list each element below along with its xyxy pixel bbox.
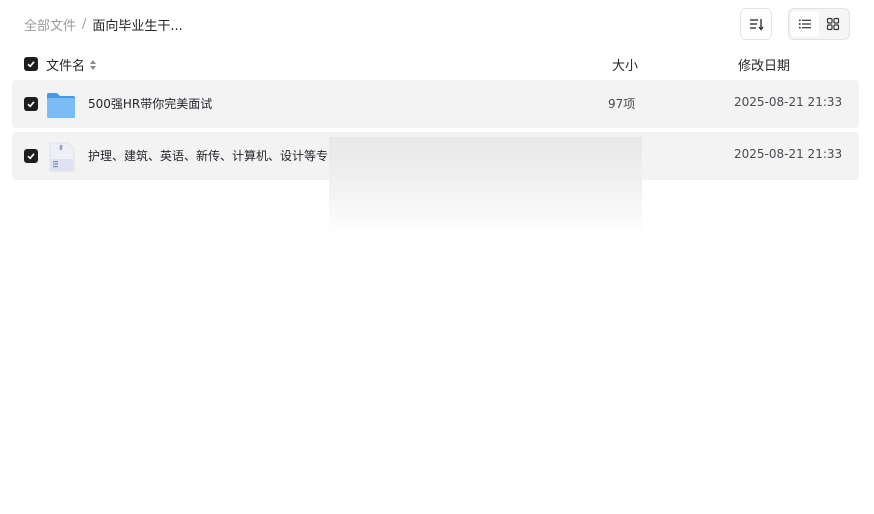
checkmark-icon: [27, 153, 35, 160]
column-header: 文件名 大小 修改日期: [0, 52, 874, 76]
grid-view-button[interactable]: [819, 11, 847, 37]
zip-file-icon: [49, 142, 75, 172]
column-date-header: 修改日期: [738, 59, 791, 74]
grid-view-icon: [826, 17, 840, 31]
sort-toggle-icon[interactable]: [89, 59, 97, 71]
column-name-label: 文件名: [46, 59, 86, 74]
view-toggle: [788, 8, 850, 40]
list-view-button[interactable]: [791, 11, 819, 37]
sort-list-icon: [750, 19, 764, 31]
file-row[interactable]: 500强HR带你完美面试 97项 2025-08-21 21:33: [12, 80, 859, 128]
row-checkbox[interactable]: [24, 149, 38, 163]
sort-button[interactable]: [740, 8, 772, 40]
file-date: 2025-08-21 21:33: [734, 95, 843, 109]
file-browser: 全部文件 / 面向毕业生干... 文件名 大小 修改日期 500强HR带你完美面…: [0, 0, 874, 514]
select-all-checkbox[interactable]: [24, 57, 38, 71]
hover-tooltip: [329, 137, 642, 237]
row-checkbox[interactable]: [24, 97, 38, 111]
checkmark-icon: [27, 101, 35, 108]
breadcrumb-separator: /: [82, 16, 87, 32]
checkmark-icon: [27, 61, 35, 68]
folder-icon: [47, 93, 75, 118]
breadcrumb-root-link[interactable]: 全部文件: [24, 15, 76, 34]
file-name[interactable]: 500强HR带你完美面试: [88, 95, 212, 112]
column-name-header[interactable]: 文件名: [46, 55, 97, 74]
breadcrumb: 全部文件 / 面向毕业生干...: [24, 14, 183, 34]
breadcrumb-current: 面向毕业生干...: [92, 18, 183, 34]
file-date: 2025-08-21 21:33: [734, 147, 843, 161]
file-name[interactable]: 护理、建筑、英语、新传、计算机、设计等专: [88, 147, 328, 164]
list-view-icon: [799, 19, 811, 29]
file-size: 97项: [608, 97, 636, 111]
column-size-header: 大小: [612, 59, 639, 74]
